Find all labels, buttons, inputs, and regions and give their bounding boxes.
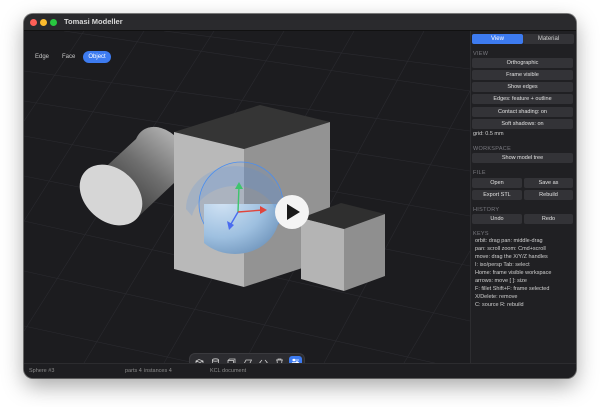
show-model-tree-button[interactable]: Show model tree: [472, 153, 573, 163]
tab-view[interactable]: View: [472, 34, 523, 44]
cylinder-icon[interactable]: [209, 356, 222, 363]
code-icon[interactable]: [257, 356, 270, 363]
key-hint: I: iso/persp Tab: select: [475, 262, 530, 268]
tab-material[interactable]: Material: [523, 34, 574, 44]
key-hint: X/Delete: remove: [475, 294, 518, 300]
cylinder-part[interactable]: [68, 126, 192, 238]
mode-tab-face[interactable]: Face: [57, 51, 80, 63]
key-hint: C: source R: rebuild: [475, 302, 524, 308]
file-section-header: FILE: [473, 170, 486, 176]
key-hint: pan: scroll zoom: Cmd+scroll: [475, 246, 546, 252]
title-bar: Tomasi Modeller: [24, 14, 576, 31]
sliders-icon[interactable]: [289, 356, 302, 363]
redo-button[interactable]: Redo: [524, 214, 573, 224]
scene-canvas[interactable]: [24, 31, 470, 363]
instances-count: instances 4: [144, 368, 172, 374]
trash-icon[interactable]: [273, 356, 286, 363]
key-hint: F: fillet Shift+F: frame selected: [475, 286, 550, 292]
view-section-header: VIEW: [473, 51, 489, 57]
frame-visible-button[interactable]: Frame visible: [472, 70, 573, 80]
status-bar: Sphere #3 parts 4 instances 4 KCL docume…: [24, 363, 576, 378]
plane-icon[interactable]: [241, 356, 254, 363]
selection-mode-tabs: Edge Face Object: [30, 51, 111, 63]
history-section-header: HISTORY: [473, 207, 500, 213]
minimize-window-button[interactable]: [40, 19, 47, 26]
right-sidebar: View Material VIEW Orthographic Frame vi…: [470, 31, 576, 363]
selection-status: Sphere #3: [29, 368, 55, 374]
save-as-button[interactable]: Save as: [524, 178, 573, 188]
mode-tab-object[interactable]: Object: [83, 51, 111, 63]
3d-viewport[interactable]: Edge Face Object: [24, 31, 470, 363]
parts-count: parts 4: [125, 368, 142, 374]
rebuild-button[interactable]: Rebuild: [524, 190, 573, 200]
open-button[interactable]: Open: [472, 178, 522, 188]
workspace-section-header: WORKSPACE: [473, 146, 512, 152]
box-icon[interactable]: [193, 356, 206, 363]
close-window-button[interactable]: [30, 19, 37, 26]
undo-button[interactable]: Undo: [472, 214, 522, 224]
keys-section-header: KEYS: [473, 231, 489, 237]
window-title: Tomasi Modeller: [64, 17, 123, 26]
bottom-toolbar: [189, 353, 305, 363]
key-hint: move: drag the X/Y/Z handles: [475, 254, 548, 260]
soft-shadows-button[interactable]: Soft shadows: on: [472, 119, 573, 129]
app-window: Tomasi Modeller Edge Face Object Sphere …: [24, 14, 576, 378]
orthographic-button[interactable]: Orthographic: [472, 58, 573, 68]
grid-size-label: grid: 0.5 mm: [473, 131, 504, 137]
small-cube-part[interactable]: [301, 203, 385, 291]
edges-mode-button[interactable]: Edges: feature + outline: [472, 94, 573, 104]
contact-shading-button[interactable]: Contact shading: on: [472, 107, 573, 117]
show-edges-button[interactable]: Show edges: [472, 82, 573, 92]
key-hint: orbit: drag pan: middle-drag: [475, 238, 543, 244]
play-icon[interactable]: [275, 195, 309, 229]
key-hint: Home: frame visible workspace: [475, 270, 552, 276]
export-stl-button[interactable]: Export STL: [472, 190, 522, 200]
mode-tab-edge[interactable]: Edge: [30, 51, 54, 63]
document-type: KCL document: [210, 368, 247, 374]
cube-outline-icon[interactable]: [225, 356, 238, 363]
key-hint: arrows: move [ ]: size: [475, 278, 527, 284]
maximize-window-button[interactable]: [50, 19, 57, 26]
